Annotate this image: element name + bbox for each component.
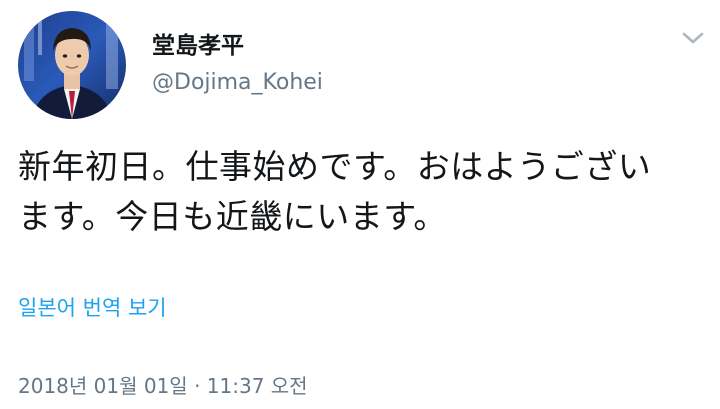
avatar-photo	[18, 11, 126, 119]
tweet-timestamp: 2018년 01월 01일 · 11:37 오전	[18, 374, 308, 398]
display-name[interactable]: 堂島孝平	[152, 32, 244, 60]
chevron-down-icon[interactable]	[680, 28, 706, 48]
tweet-text-line-2: ます。今日も近畿にいます。	[18, 197, 447, 236]
translate-tweet-link[interactable]: 일본어 번역 보기	[18, 294, 167, 322]
tweet-card: 堂島孝平 @Dojima_Kohei 新年初日。仕事始めです。おはようござい ま…	[0, 0, 720, 409]
tweet-text: 新年初日。仕事始めです。おはようござい ます。今日も近畿にいます。	[18, 142, 708, 242]
tweet-text-line-1: 新年初日。仕事始めです。おはようござい	[18, 147, 652, 186]
user-handle[interactable]: @Dojima_Kohei	[152, 69, 323, 97]
avatar[interactable]	[18, 11, 126, 119]
